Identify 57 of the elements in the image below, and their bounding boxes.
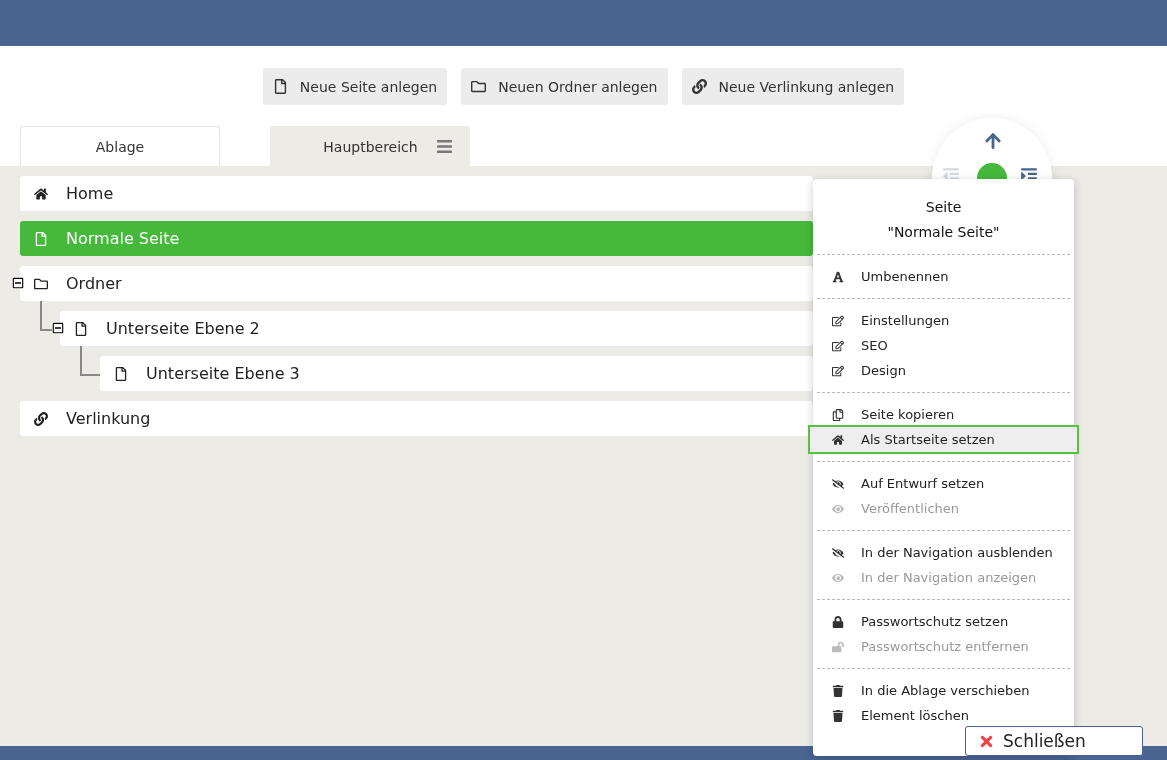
eye-slash-icon — [832, 546, 844, 559]
menu-item[interactable]: Umbenennen — [810, 264, 1077, 289]
font-icon — [832, 270, 844, 283]
folder-icon — [471, 79, 487, 94]
home-icon — [832, 433, 844, 446]
link-icon — [34, 411, 48, 426]
home-icon — [34, 186, 48, 201]
tree-item-label: Unterseite Ebene 2 — [106, 319, 260, 338]
tree-item-label: Home — [66, 184, 114, 203]
unlock-icon — [832, 640, 844, 653]
close-button[interactable]: Schließen — [965, 726, 1143, 756]
eye-icon — [832, 571, 844, 584]
edit-icon — [832, 364, 844, 377]
tree-item-label: Ordner — [66, 274, 122, 293]
menu-item[interactable]: Design — [810, 358, 1077, 383]
folder-icon — [34, 276, 48, 291]
tree-item-label: Normale Seite — [66, 229, 180, 248]
toolbar-button[interactable]: Neue Seite anlegen — [262, 68, 448, 105]
eye-slash-icon — [832, 477, 844, 490]
file-icon — [74, 321, 88, 336]
trash-icon — [832, 684, 844, 697]
tab[interactable]: Ablage — [20, 126, 220, 166]
arrow-up-icon[interactable] — [984, 132, 1002, 150]
toolbar-button[interactable]: Neuen Ordner anlegen — [461, 68, 668, 105]
tab[interactable]: Hauptbereich — [270, 126, 470, 166]
copy-icon — [832, 408, 844, 421]
collapse-icon[interactable] — [52, 322, 64, 334]
file-icon — [34, 231, 48, 246]
menu-title: Seite — [924, 198, 963, 217]
menu-item[interactable]: Seite kopieren — [810, 402, 1077, 427]
tree-item-label: Verlinkung — [66, 409, 151, 428]
tree-item[interactable]: Unterseite Ebene 2 — [60, 311, 813, 346]
tree-item[interactable]: Verlinkung — [20, 401, 813, 436]
menu-item[interactable]: In die Ablage verschieben — [810, 678, 1077, 703]
menu-item[interactable]: Passwortschutz setzen — [810, 609, 1077, 634]
menu-icon[interactable] — [435, 138, 453, 155]
tree-item-label: Unterseite Ebene 3 — [146, 364, 300, 383]
tree-item[interactable]: Unterseite Ebene 3 — [100, 356, 813, 391]
edit-icon — [832, 339, 844, 352]
trash-icon — [832, 709, 844, 722]
menu-item[interactable]: Als Startseite setzen — [810, 427, 1077, 452]
menu-item[interactable]: SEO — [810, 333, 1077, 358]
tree-item[interactable]: Ordner — [20, 266, 813, 301]
lock-icon — [832, 615, 844, 628]
tree-item[interactable]: Home — [20, 176, 813, 211]
edit-icon — [832, 314, 844, 327]
file-icon — [114, 366, 128, 381]
menu-item[interactable]: Auf Entwurf setzen — [810, 471, 1077, 496]
eye-icon — [832, 502, 844, 515]
link-icon — [691, 79, 707, 94]
menu-subtitle: "Normale Seite" — [886, 223, 1001, 242]
file-icon — [272, 79, 288, 94]
menu-item[interactable]: Element löschen — [810, 703, 1077, 728]
collapse-icon[interactable] — [12, 277, 24, 289]
toolbar-button[interactable]: Neue Verlinkung anlegen — [681, 68, 905, 105]
menu-item[interactable]: Einstellungen — [810, 308, 1077, 333]
menu-item[interactable]: In der Navigation ausblenden — [810, 540, 1077, 565]
